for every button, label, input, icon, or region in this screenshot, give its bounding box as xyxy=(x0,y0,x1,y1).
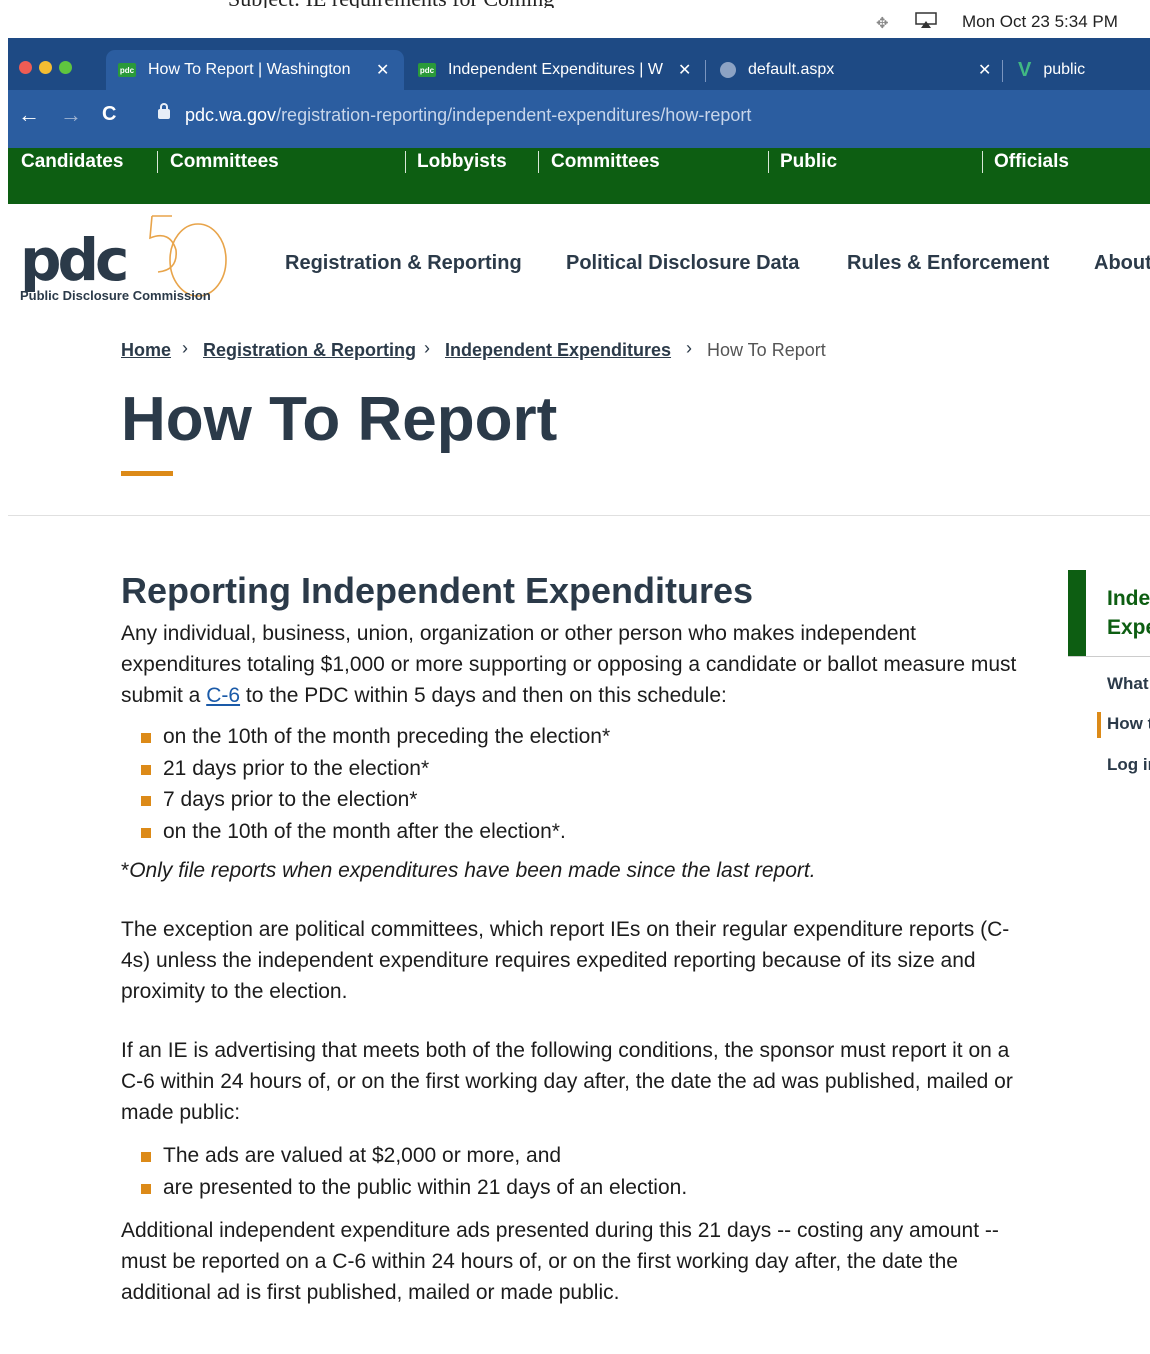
maximize-window-button[interactable] xyxy=(59,61,72,74)
nav-separator xyxy=(405,151,406,173)
forward-arrow-icon[interactable]: → xyxy=(60,102,82,128)
footnote: *Only file reports when expenditures hav… xyxy=(121,855,1036,886)
nav-committees-2[interactable]: Committees xyxy=(551,151,660,173)
tab-public[interactable]: V public xyxy=(1006,50,1150,90)
macos-menubar: ✥ Mon Oct 23 5:34 PM xyxy=(0,8,1150,36)
browser-toolbar: ← → C pdc.wa.gov/registration-reporting/… xyxy=(8,90,1150,148)
tab-separator xyxy=(705,60,706,82)
nav-candidates[interactable]: Candidates xyxy=(21,151,123,173)
pdc-favicon-icon: pdc xyxy=(418,63,436,77)
tab-separator xyxy=(1002,60,1003,82)
pdc-logo[interactable]: pdc Public Disclosure Commission xyxy=(20,212,230,304)
minimize-window-button[interactable] xyxy=(39,61,52,74)
intro-text-end: to the PDC within 5 days and then on thi… xyxy=(240,684,727,707)
browser-window: pdc How To Report | Washington ✕ pdc Ind… xyxy=(8,38,1150,148)
url-path: /registration-reporting/independent-expe… xyxy=(276,105,752,125)
lock-icon xyxy=(158,103,170,119)
list-item: 21 days prior to the election* xyxy=(141,753,1036,785)
list-item: The ads are valued at $2,000 or more, an… xyxy=(141,1140,1036,1172)
conditions-paragraph: If an IE is advertising that meets both … xyxy=(121,1039,1013,1124)
intro-paragraph: Any individual, business, union, organiz… xyxy=(121,618,1036,711)
nav-separator xyxy=(768,151,769,173)
sidebar-active-indicator xyxy=(1097,712,1101,738)
nav-lobbyists[interactable]: Lobbyists xyxy=(417,151,507,173)
list-item: 7 days prior to the election* xyxy=(141,784,1036,816)
vue-icon: V xyxy=(1018,58,1032,81)
logo-subtitle: Public Disclosure Commission xyxy=(20,288,211,303)
reload-icon[interactable]: C xyxy=(102,103,116,126)
background-window-strip: Subject: IE requirements for Coming xyxy=(0,0,1150,8)
list-item: on the 10th of the month after the elect… xyxy=(141,816,1036,848)
chevron-right-icon: › xyxy=(686,338,692,358)
breadcrumb-registration-reporting[interactable]: Registration & Reporting xyxy=(203,340,416,361)
breadcrumb-current: How To Report xyxy=(707,340,826,360)
menubar-clock: Mon Oct 23 5:34 PM xyxy=(962,12,1118,31)
close-tab-icon[interactable]: ✕ xyxy=(376,60,389,80)
footnote-star: * xyxy=(121,859,130,882)
sidebar-title-line: Inde xyxy=(1107,587,1150,610)
airplay-icon[interactable] xyxy=(915,12,937,28)
mainnav-about[interactable]: About xyxy=(1094,252,1150,275)
background-window-text: Subject: IE requirements for Coming xyxy=(228,0,554,8)
sidebar-title-line: Expe xyxy=(1107,616,1150,639)
address-bar[interactable]: pdc.wa.gov/registration-reporting/indepe… xyxy=(185,105,751,126)
logo-wordmark: pdc xyxy=(20,226,129,294)
page-title: How To Report xyxy=(121,385,558,454)
tab-label: Independent Expenditures | W xyxy=(448,61,663,78)
close-tab-icon[interactable]: ✕ xyxy=(978,60,991,80)
globe-icon xyxy=(720,62,736,78)
additional-paragraph: Additional independent expenditure ads p… xyxy=(121,1219,999,1304)
title-underline xyxy=(121,471,173,476)
url-domain: pdc.wa.gov xyxy=(185,105,277,125)
chevron-right-icon: › xyxy=(182,338,188,358)
audience-nav: Candidates Committees Lobbyists Committe… xyxy=(8,148,1150,204)
nav-separator xyxy=(157,151,158,173)
sidebar-item-log-in[interactable]: Log in xyxy=(1107,755,1150,775)
chevron-right-icon: › xyxy=(424,338,430,358)
tab-default-aspx[interactable]: default.aspx ✕ xyxy=(708,50,1008,90)
sidebar-accent xyxy=(1068,570,1086,656)
tab-label: default.aspx xyxy=(748,61,835,78)
mainnav-rules-enforcement[interactable]: Rules & Enforcement xyxy=(847,252,1049,275)
list-item: are presented to the public within 21 da… xyxy=(141,1172,1036,1204)
sidebar-item-what[interactable]: What xyxy=(1107,674,1149,694)
mainnav-political-disclosure-data[interactable]: Political Disclosure Data xyxy=(566,252,799,275)
c6-link[interactable]: C-6 xyxy=(206,684,240,707)
conditions-list: The ads are valued at $2,000 or more, an… xyxy=(121,1140,1036,1203)
breadcrumb-independent-expenditures[interactable]: Independent Expenditures xyxy=(445,340,671,361)
footnote-text: Only file reports when expenditures have… xyxy=(129,859,816,882)
nav-public[interactable]: Public xyxy=(780,151,837,173)
divider xyxy=(8,515,1150,516)
breadcrumb-home[interactable]: Home xyxy=(121,340,171,361)
nav-committees[interactable]: Committees xyxy=(170,151,279,173)
nav-separator xyxy=(538,151,539,173)
sidebar-divider xyxy=(1068,656,1150,657)
sidebar-title: Inde Expe xyxy=(1107,584,1150,642)
nav-officials[interactable]: Officials xyxy=(994,151,1069,173)
exception-paragraph: The exception are political committees, … xyxy=(121,918,1010,1003)
tab-label: How To Report | Washington xyxy=(148,61,351,78)
back-arrow-icon[interactable]: ← xyxy=(18,102,40,128)
mainnav-registration-reporting[interactable]: Registration & Reporting xyxy=(285,252,522,275)
tab-how-to-report[interactable]: pdc How To Report | Washington ✕ xyxy=(106,50,404,90)
section-heading: Reporting Independent Expenditures xyxy=(121,570,754,611)
move-icon[interactable]: ✥ xyxy=(876,14,889,32)
list-item: on the 10th of the month preceding the e… xyxy=(141,721,1036,753)
close-tab-icon[interactable]: ✕ xyxy=(678,60,691,80)
main-content: Reporting Independent Expenditures Any i… xyxy=(121,570,1036,1308)
pdc-favicon-icon: pdc xyxy=(118,63,136,77)
close-window-button[interactable] xyxy=(19,61,32,74)
tab-independent-expenditures[interactable]: pdc Independent Expenditures | W ✕ xyxy=(406,50,706,90)
nav-separator xyxy=(982,151,983,173)
schedule-list: on the 10th of the month preceding the e… xyxy=(121,721,1036,847)
sidebar-item-how[interactable]: How t xyxy=(1107,714,1150,734)
tab-label: public xyxy=(1043,61,1086,78)
